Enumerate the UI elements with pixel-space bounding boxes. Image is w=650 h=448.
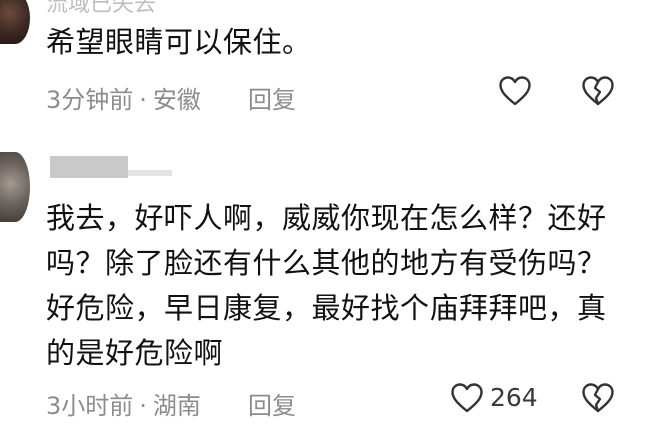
like-count: 264 <box>490 383 538 412</box>
comment-text: 希望眼睛可以保住。 <box>46 25 312 59</box>
reply-button[interactable]: 回复 <box>248 386 296 421</box>
comment-item: 我去，好吓人啊，威威你现在怎么样？还好吗？除了脸还有什么其他的地方有受伤吗？好危… <box>0 150 650 448</box>
broken-heart-icon[interactable] <box>581 75 615 107</box>
comment-location: 安徽 <box>152 86 201 114</box>
heart-outline-icon[interactable] <box>498 75 532 107</box>
comment-time: 3小时前 <box>46 392 134 420</box>
avatar[interactable] <box>0 152 30 222</box>
heart-outline-icon[interactable] <box>450 382 484 414</box>
comment-time: 3分钟前 <box>46 86 134 114</box>
avatar[interactable] <box>0 0 30 44</box>
meta-separator: · <box>139 86 147 114</box>
reply-button[interactable]: 回复 <box>248 80 296 115</box>
broken-heart-icon[interactable] <box>581 382 615 414</box>
comment-text: 我去，好吓人啊，威威你现在怎么样？还好吗？除了脸还有什么其他的地方有受伤吗？好危… <box>46 201 607 370</box>
meta-separator: · <box>139 392 147 420</box>
comment-item: 流域已失去 希望眼睛可以保住。 3分钟前 · 安徽 回复 <box>0 0 650 130</box>
comment-username-redacted[interactable] <box>50 156 172 178</box>
comment-location: 湖南 <box>152 392 201 420</box>
comment-meta: 3分钟前 · 安徽 <box>46 80 201 115</box>
comment-username[interactable]: 流域已失去 <box>46 0 156 18</box>
comment-meta: 3小时前 · 湖南 <box>46 386 201 421</box>
